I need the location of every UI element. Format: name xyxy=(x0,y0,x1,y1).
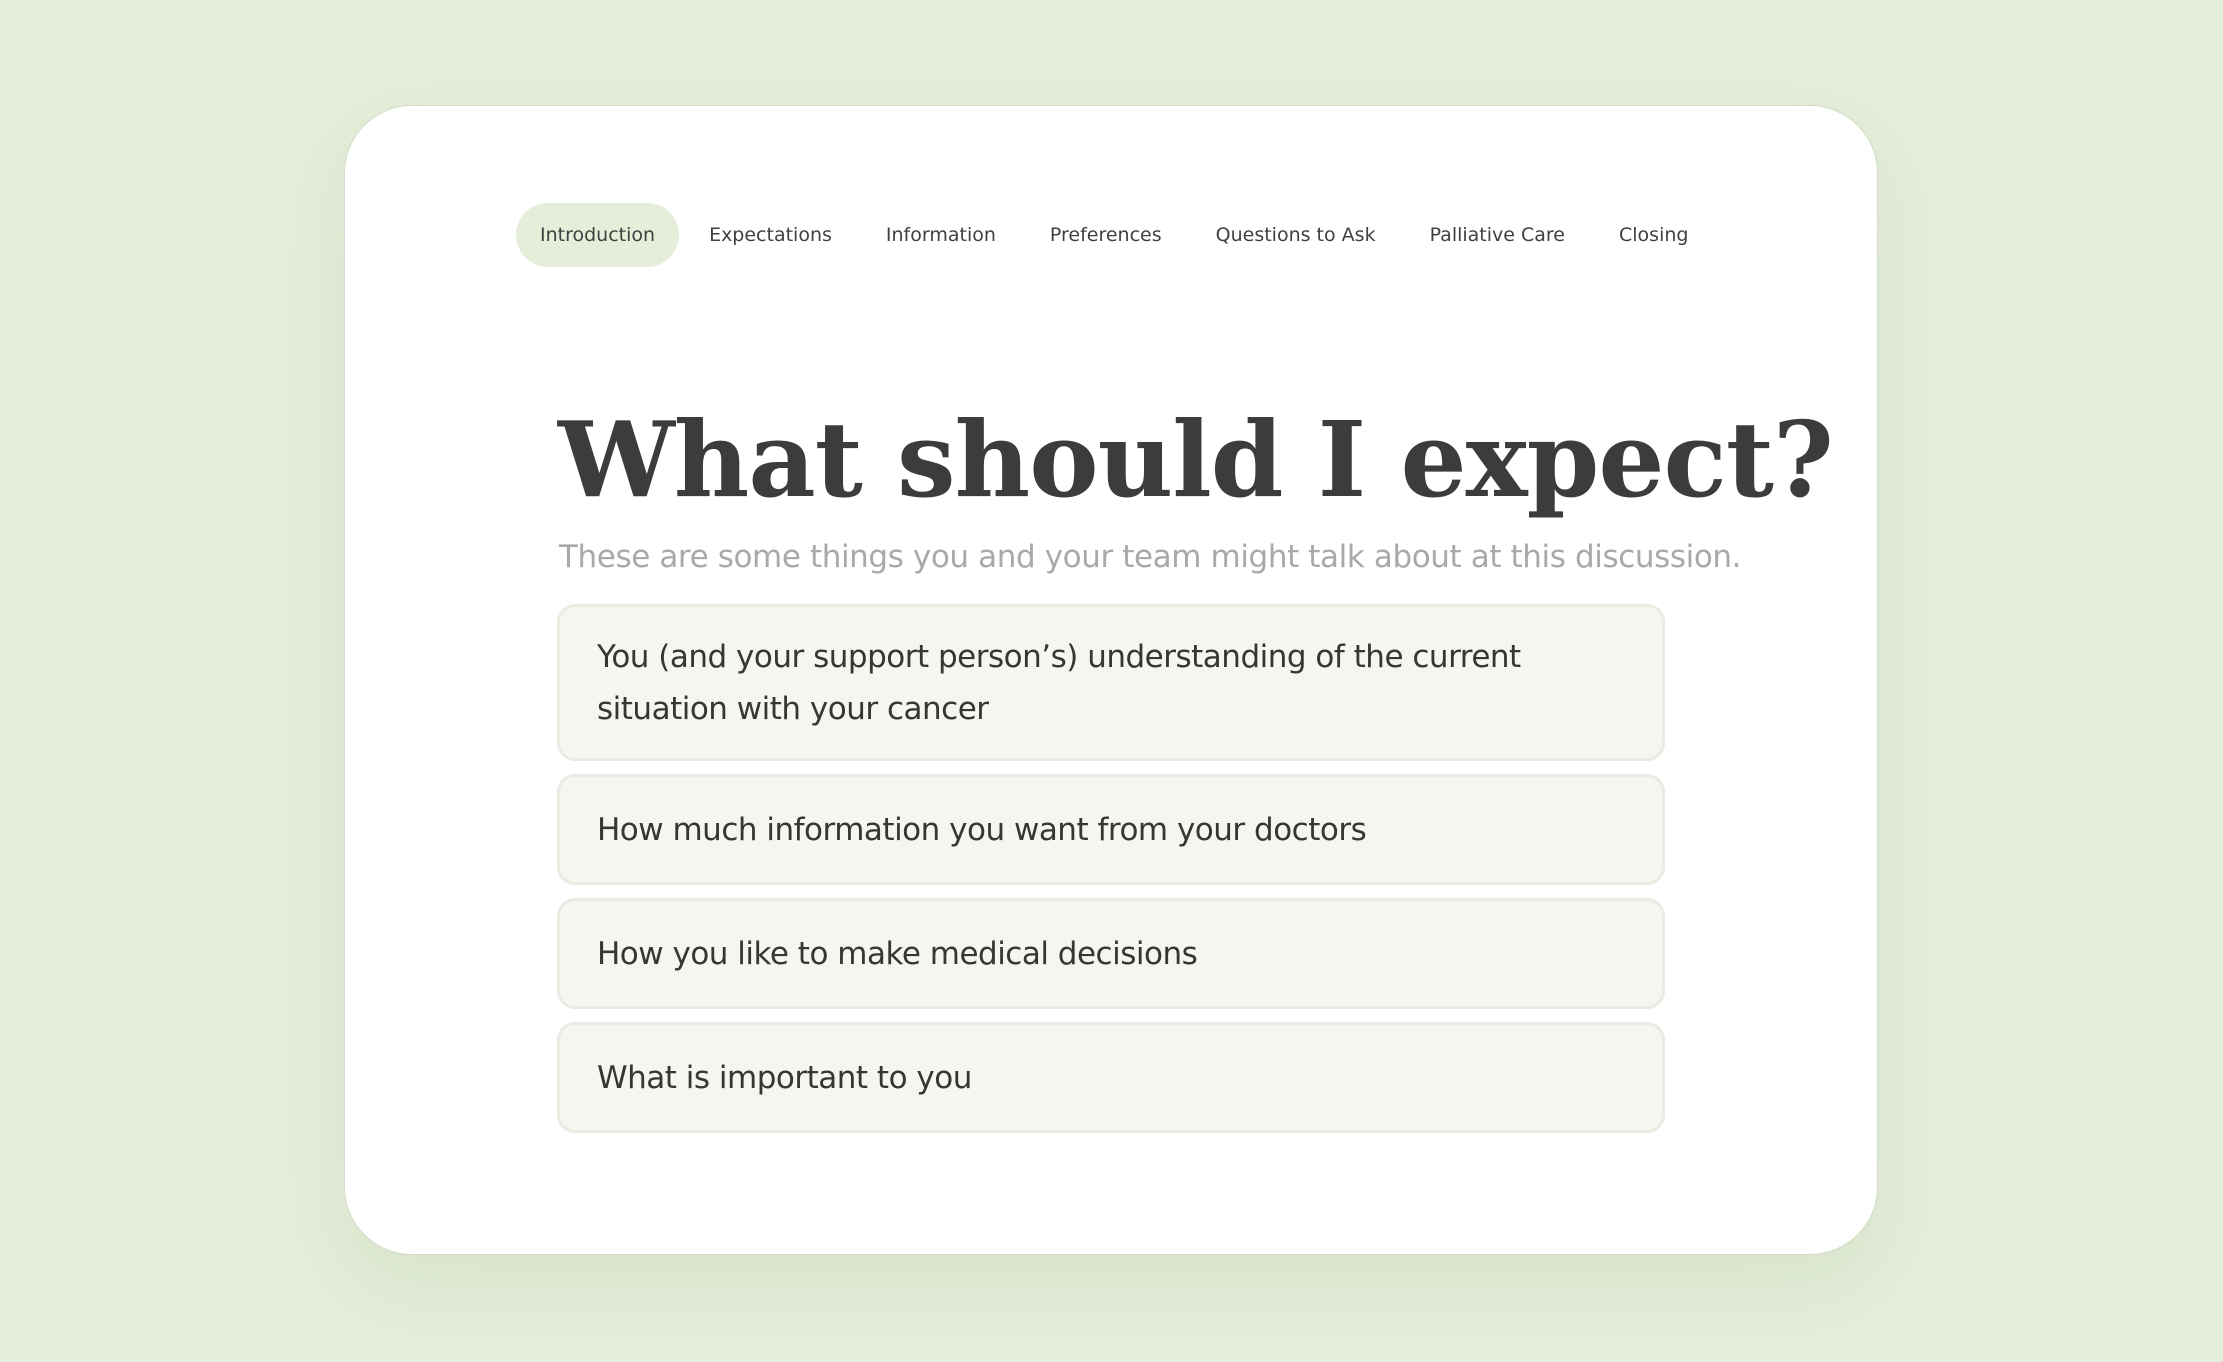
list-item[interactable]: You (and your support person’s) understa… xyxy=(557,604,1665,761)
list-item-text: How much information you want from your … xyxy=(597,811,1367,848)
list-item[interactable]: What is important to you xyxy=(557,1022,1665,1133)
list-item-text: How you like to make medical decisions xyxy=(597,935,1198,972)
list-item-text: What is important to you xyxy=(597,1059,972,1096)
page-title: What should I expect? xyxy=(558,397,1834,521)
list-item-text: You (and your support person’s) understa… xyxy=(597,638,1521,727)
section-nav: Introduction Expectations Information Pr… xyxy=(516,203,1718,267)
tab-introduction[interactable]: Introduction xyxy=(516,203,680,267)
list-item[interactable]: How you like to make medical decisions xyxy=(557,898,1665,1009)
content-card: Introduction Expectations Information Pr… xyxy=(344,105,1878,1255)
tab-information[interactable]: Information xyxy=(862,203,1020,267)
page-subtitle: These are some things you and your team … xyxy=(559,539,1742,575)
expectation-list: You (and your support person’s) understa… xyxy=(557,604,1665,1146)
list-item[interactable]: How much information you want from your … xyxy=(557,774,1665,885)
tab-questions-to-ask[interactable]: Questions to Ask xyxy=(1192,203,1400,267)
tab-closing[interactable]: Closing xyxy=(1595,203,1712,267)
tab-palliative-care[interactable]: Palliative Care xyxy=(1406,203,1589,267)
tab-preferences[interactable]: Preferences xyxy=(1026,203,1186,267)
tab-expectations[interactable]: Expectations xyxy=(685,203,856,267)
